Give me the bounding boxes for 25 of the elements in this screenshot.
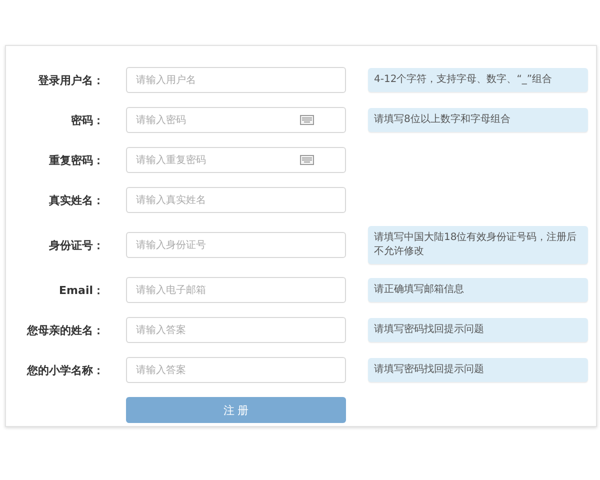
hint-text: 请正确填写邮箱信息 — [368, 278, 588, 302]
hint-text: 请填写密码找回提示问题 — [368, 358, 588, 382]
field-label: 您母亲的姓名： — [27, 322, 104, 338]
field-label: 登录用户名： — [38, 72, 104, 88]
input-field[interactable]: 请输入密码 — [126, 107, 346, 133]
field-label: 重复密码： — [49, 152, 104, 168]
keyboard-icon[interactable] — [300, 155, 314, 165]
input-field[interactable]: 请输入电子邮箱 — [126, 277, 346, 303]
field-label: 密码： — [71, 112, 104, 128]
hint-text: 请填写8位以上数字和字母组合 — [368, 108, 588, 132]
input-field[interactable]: 请输入重复密码 — [126, 147, 346, 173]
input-field[interactable]: 请输入身份证号 — [126, 232, 346, 258]
input-field[interactable]: 请输入答案 — [126, 317, 346, 343]
keyboard-icon[interactable] — [300, 115, 314, 125]
hint-text: 4-12个字符，支持字母、数字、“_”组合 — [368, 68, 588, 92]
field-label: 您的小学名称： — [27, 362, 104, 378]
register-button[interactable]: 注 册 — [126, 397, 346, 423]
input-field[interactable]: 请输入用户名 — [126, 67, 346, 93]
hint-text: 请填写密码找回提示问题 — [368, 318, 588, 342]
field-label: 真实姓名： — [49, 192, 104, 208]
hint-text: 请填写中国大陆18位有效身份证号码，注册后不允许修改 — [368, 226, 588, 264]
input-field[interactable]: 请输入真实姓名 — [126, 187, 346, 213]
input-field[interactable]: 请输入答案 — [126, 357, 346, 383]
field-label: Email： — [59, 282, 104, 298]
field-label: 身份证号： — [49, 238, 104, 252]
